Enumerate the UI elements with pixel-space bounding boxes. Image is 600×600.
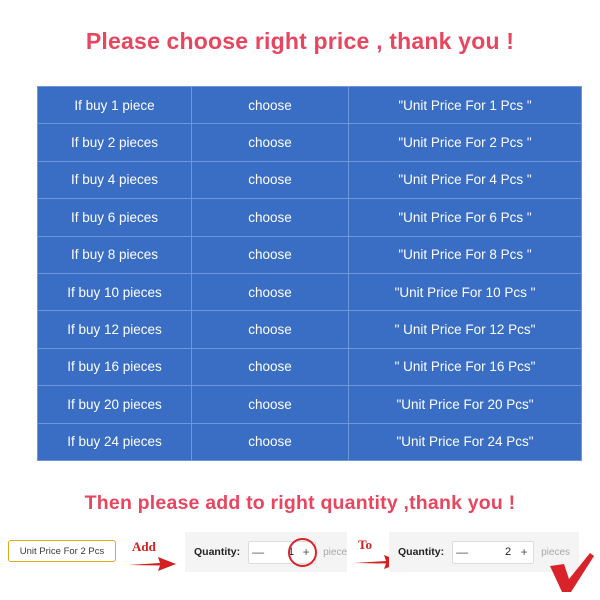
decrement-button-before[interactable]: —	[249, 542, 267, 563]
quantity-cell: If buy 20 pieces	[37, 385, 192, 424]
choose-cell[interactable]: choose	[191, 85, 349, 125]
price-label-cell: "Unit Price For 4 Pcs "	[348, 160, 582, 200]
quantity-cell: If buy 6 pieces	[37, 198, 192, 237]
quantity-cell: If buy 4 pieces	[37, 160, 192, 200]
choose-cell[interactable]: choose	[191, 235, 349, 274]
variant-chip-unit-price[interactable]: Unit Price For 2 Pcs	[8, 540, 116, 562]
choose-cell[interactable]: choose	[191, 310, 349, 349]
table-row: If buy 12 pieces choose " Unit Price For 1…	[37, 310, 582, 349]
annotation-add: Add	[126, 539, 180, 582]
table-row: If buy 20 pieces choose "Unit Price For 20…	[37, 385, 582, 424]
quantity-label-before: Quantity:	[194, 546, 241, 558]
table-row: If buy 8 pieces choose "Unit Price For 8 P…	[37, 235, 582, 274]
quantity-cell: If buy 16 pieces	[37, 347, 192, 387]
choose-cell[interactable]: choose	[191, 198, 349, 237]
price-label-cell: "Unit Price For 24 Pcs"	[348, 422, 582, 461]
quantity-cell: If buy 12 pieces	[37, 310, 192, 349]
right-arrow-icon	[128, 557, 176, 571]
quantity-stepper-after[interactable]: — 2 +	[452, 540, 535, 564]
choose-cell[interactable]: choose	[191, 347, 349, 387]
check-mark-icon	[550, 553, 594, 592]
page-title-choose-price: Please choose right price , thank you !	[85, 28, 515, 54]
price-label-cell: "Unit Price For 1 Pcs "	[348, 85, 582, 125]
choose-cell[interactable]: choose	[191, 160, 349, 200]
price-label-cell: "Unit Price For 2 Pcs "	[348, 123, 582, 162]
price-label-cell: "Unit Price For 10 Pcs "	[348, 272, 582, 312]
choose-cell[interactable]: choose	[191, 422, 349, 461]
choose-cell[interactable]: choose	[191, 123, 349, 162]
quantity-input-after[interactable]: 2	[471, 542, 515, 563]
quantity-stepper-before[interactable]: — 1 +	[248, 537, 318, 567]
annotation-add-label: Add	[132, 539, 156, 554]
table-row: If buy 4 pieces choose "Unit Price For 4 P…	[37, 160, 582, 200]
unit-label-before: piece	[323, 546, 347, 558]
quantity-instruction-bar: Unit Price For 2 Pcs Add Quantity: — 1 +…	[0, 528, 600, 584]
choose-cell[interactable]: choose	[191, 272, 349, 312]
quantity-cell: If buy 8 pieces	[37, 235, 192, 274]
increment-button-after[interactable]: +	[515, 542, 533, 563]
table-row: If buy 16 pieces choose " Unit Price For 1…	[37, 347, 582, 387]
annotation-to-label: To	[358, 537, 372, 552]
increment-button-before[interactable]: +	[297, 542, 315, 563]
table-row: If buy 2 pieces choose "Unit Price For 2 P…	[37, 123, 582, 162]
table-row: If buy 24 pieces choose "Unit Price For 24…	[37, 422, 582, 461]
price-label-cell: "Unit Price For 8 Pcs "	[348, 235, 582, 274]
table-row: If buy 1 piece choose "Unit Price For 1 Pc…	[37, 85, 582, 125]
price-label-cell: "Unit Price For 6 Pcs "	[348, 198, 582, 237]
choose-cell[interactable]: choose	[191, 385, 349, 424]
quantity-label-after: Quantity:	[398, 546, 445, 558]
price-label-cell: "Unit Price For 20 Pcs"	[348, 385, 582, 424]
price-tier-table: If buy 1 piece choose "Unit Price For 1 Pc…	[37, 85, 582, 461]
page-subtitle-add-quantity: Then please add to right quantity ,thank…	[84, 492, 516, 514]
price-label-cell: " Unit Price For 16 Pcs"	[348, 347, 582, 387]
decrement-button-after[interactable]: —	[453, 542, 471, 563]
quantity-group-before: Quantity: — 1 + piece	[185, 532, 347, 572]
table-row: If buy 6 pieces choose "Unit Price For 6 P…	[37, 198, 582, 237]
table-row: If buy 10 pieces choose "Unit Price For 10…	[37, 272, 582, 312]
quantity-input-before[interactable]: 1	[267, 542, 297, 563]
quantity-cell: If buy 1 piece	[37, 85, 192, 125]
quantity-cell: If buy 24 pieces	[37, 422, 192, 461]
price-label-cell: " Unit Price For 12 Pcs"	[348, 310, 582, 349]
quantity-cell: If buy 10 pieces	[37, 272, 192, 312]
quantity-cell: If buy 2 pieces	[37, 123, 192, 162]
